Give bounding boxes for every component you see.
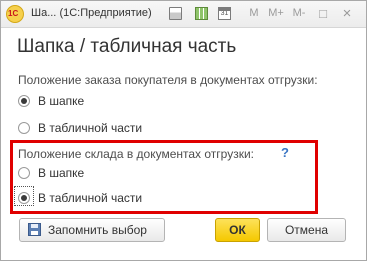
calendar-icon[interactable]: 31 (218, 7, 231, 20)
radio-button-checked[interactable] (18, 95, 30, 107)
dialog-window: 1С Ша... (1С:Предприятие) 31 M M+ M- □ ×… (0, 0, 367, 261)
radio-button[interactable] (18, 122, 30, 134)
save-icon (28, 223, 41, 236)
cancel-button[interactable]: Отмена (267, 218, 346, 242)
1c-logo-icon[interactable]: 1С (6, 5, 24, 23)
warehouse-position-label: Положение склада в документах отгрузки: (18, 147, 254, 161)
radio-button-checked[interactable] (18, 192, 30, 204)
radio-label: В шапке (38, 166, 85, 180)
radio-label: В табличной части (38, 191, 143, 205)
window-title-app: (1С:Предприятие) (59, 7, 152, 19)
radio-button[interactable] (18, 167, 30, 179)
close-button[interactable]: × (340, 5, 354, 22)
help-link[interactable]: ? (281, 145, 289, 160)
memory-plus-button[interactable]: M+ (267, 5, 285, 22)
calculator-icon[interactable] (195, 7, 208, 20)
ok-button[interactable]: ОК (215, 218, 260, 242)
memory-button[interactable]: M (248, 5, 260, 22)
app-icon-text: 1С (8, 9, 19, 18)
maximize-button[interactable]: □ (316, 5, 330, 22)
customer-order-position-label: Положение заказа покупателя в документах… (18, 73, 318, 87)
window-title: Ша... (1С:Предприятие) (31, 7, 152, 19)
remember-choice-button[interactable]: Запомнить выбор (19, 218, 165, 242)
title-bar: 1С Ша... (1С:Предприятие) 31 M M+ M- □ × (1, 1, 366, 28)
memory-minus-button[interactable]: M- (291, 5, 307, 22)
dialog-title: Шапка / табличная часть (17, 36, 237, 57)
window-title-short: Ша... (31, 7, 57, 19)
radio-label: В табличной части (38, 121, 143, 135)
calendar-icon-text: 31 (220, 10, 229, 17)
radio-label: В шапке (38, 94, 85, 108)
remember-choice-label: Запомнить выбор (48, 223, 147, 237)
printer-icon[interactable] (169, 7, 182, 20)
